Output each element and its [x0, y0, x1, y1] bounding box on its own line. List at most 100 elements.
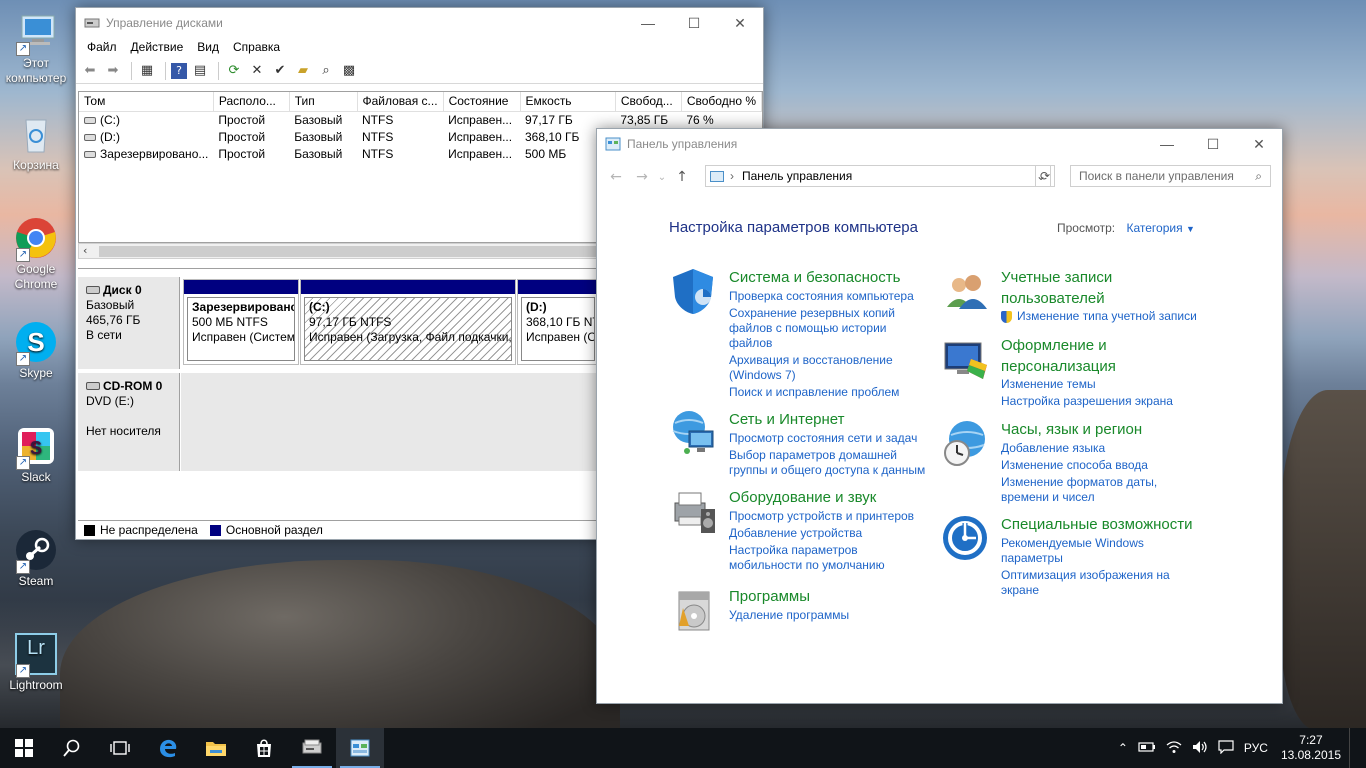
help-icon[interactable]: ?: [171, 62, 187, 79]
back-icon[interactable]: ⬅: [80, 61, 100, 81]
maximize-button[interactable]: ☐: [1190, 129, 1236, 159]
link[interactable]: Рекомендуемые Windows: [1001, 536, 1170, 551]
link[interactable]: Оптимизация изображения на: [1001, 568, 1170, 583]
clock[interactable]: 7:27 13.08.2015: [1281, 733, 1341, 763]
menu-action[interactable]: Действие: [124, 38, 191, 58]
titlebar[interactable]: Панель управления — ☐ ✕: [597, 129, 1282, 159]
link[interactable]: файлов с помощью истории: [729, 321, 914, 336]
column-header[interactable]: Свобод...: [615, 92, 682, 112]
titlebar[interactable]: Управление дисками — ☐ ✕: [76, 8, 763, 38]
link[interactable]: файлов: [729, 336, 914, 351]
link[interactable]: экране: [1001, 583, 1170, 598]
category-title[interactable]: Специальные возможности: [1001, 514, 1193, 535]
column-header[interactable]: Располо...: [213, 92, 290, 112]
category-title[interactable]: Система и безопасность: [729, 267, 900, 288]
category-title[interactable]: Оборудование и звук: [729, 487, 876, 508]
desktop-icon-skype[interactable]: S ↗ Skype: [4, 320, 68, 381]
taskbar-edge[interactable]: [144, 728, 192, 768]
settings-icon[interactable]: ▩: [339, 61, 359, 81]
link[interactable]: Изменение способа ввода: [1001, 458, 1157, 473]
partition-reserved[interactable]: Зарезервированс 500 МБ NTFS Исправен (Си…: [183, 279, 299, 365]
column-header[interactable]: Тип: [289, 92, 358, 112]
delete-icon[interactable]: ✕: [247, 61, 267, 81]
search-icon[interactable]: ⌕: [316, 61, 336, 81]
disk0-label[interactable]: Диск 0 Базовый 465,76 ГБ В сети: [78, 277, 180, 369]
link[interactable]: Сохранение резервных копий: [729, 306, 914, 321]
column-header[interactable]: Том: [79, 92, 214, 112]
column-header[interactable]: Состояние: [443, 92, 521, 112]
cdrom-label[interactable]: CD-ROM 0 DVD (E:) Нет носителя: [78, 373, 180, 471]
link[interactable]: Настройка параметров: [729, 543, 914, 558]
category-title[interactable]: Сеть и Интернет: [729, 409, 845, 430]
link[interactable]: Поиск и исправление проблем: [729, 385, 914, 400]
column-header[interactable]: Емкость: [520, 92, 616, 112]
link[interactable]: Изменение темы: [1001, 377, 1173, 392]
link[interactable]: Изменение типа учетной записи: [1001, 309, 1197, 324]
breadcrumb[interactable]: Панель управления: [742, 169, 852, 183]
scroll-left-icon[interactable]: ‹: [83, 244, 87, 257]
link[interactable]: Настройка разрешения экрана: [1001, 394, 1173, 409]
link[interactable]: Удаление программы: [729, 608, 849, 623]
address-box[interactable]: › Панель управления ⌄: [705, 165, 1051, 187]
properties-icon[interactable]: ▤: [190, 61, 210, 81]
taskbar-file-explorer[interactable]: [192, 728, 240, 768]
wifi-icon[interactable]: [1166, 740, 1182, 757]
link[interactable]: Просмотр устройств и принтеров: [729, 509, 914, 524]
link[interactable]: Архивация и восстановление: [729, 353, 914, 368]
category-title[interactable]: Оформление и персонализация: [1001, 335, 1116, 377]
recent-dropdown-icon[interactable]: ⌄: [655, 172, 669, 183]
menu-help[interactable]: Справка: [226, 38, 287, 58]
link[interactable]: параметры: [1001, 551, 1170, 566]
link[interactable]: (Windows 7): [729, 368, 914, 383]
refresh-button[interactable]: ⟳: [1035, 165, 1055, 187]
taskbar-disk-management[interactable]: [288, 728, 336, 768]
link[interactable]: Выбор параметров домашней: [729, 448, 925, 463]
desktop-icon-lightroom[interactable]: Lr ↗ Lightroom: [4, 632, 68, 693]
task-view-button[interactable]: [96, 728, 144, 768]
link[interactable]: Добавление устройства: [729, 526, 914, 541]
menu-file[interactable]: Файл: [80, 38, 124, 58]
start-button[interactable]: [0, 728, 48, 768]
link[interactable]: мобильности по умолчанию: [729, 558, 914, 573]
link[interactable]: Проверка состояния компьютера: [729, 289, 914, 304]
desktop-icon-this-pc[interactable]: ↗ Этот компьютер: [4, 10, 68, 86]
input-language-indicator[interactable]: РУС: [1244, 741, 1268, 755]
battery-icon[interactable]: [1138, 741, 1156, 756]
category-title[interactable]: Программы: [729, 586, 810, 607]
check-icon[interactable]: ✔: [270, 61, 290, 81]
desktop-icon-steam[interactable]: ↗ Steam: [4, 528, 68, 589]
open-folder-icon[interactable]: ▰: [293, 61, 313, 81]
refresh-icon[interactable]: ⟳: [224, 61, 244, 81]
back-arrow-icon[interactable]: ←: [603, 169, 629, 185]
desktop-icon-slack[interactable]: S ↗ Slack: [4, 424, 68, 485]
forward-arrow-icon[interactable]: →: [629, 169, 655, 185]
link[interactable]: Просмотр состояния сети и задач: [729, 431, 925, 446]
show-desktop-button[interactable]: [1349, 728, 1353, 768]
desktop-icon-recycle-bin[interactable]: Корзина: [4, 112, 68, 173]
forward-icon[interactable]: ➡: [103, 61, 123, 81]
up-arrow-icon[interactable]: ↑: [669, 169, 695, 185]
link[interactable]: времени и чисел: [1001, 490, 1157, 505]
taskbar-control-panel[interactable]: [336, 728, 384, 768]
partition-d[interactable]: (D:) 368,10 ГБ NTFS Исправен (Ос: [517, 279, 599, 365]
category-title[interactable]: Часы, язык и регион: [1001, 419, 1142, 440]
search-button[interactable]: [48, 728, 96, 768]
column-header[interactable]: Файловая с...: [357, 92, 444, 112]
action-center-icon[interactable]: [1218, 739, 1234, 757]
close-button[interactable]: ✕: [717, 8, 763, 38]
link[interactable]: Добавление языка: [1001, 441, 1157, 456]
link[interactable]: группы и общего доступа к данным: [729, 463, 925, 478]
show-hidden-icons-icon[interactable]: ⌃: [1118, 741, 1128, 755]
taskbar-store[interactable]: [240, 728, 288, 768]
volume-icon[interactable]: [1192, 740, 1208, 757]
search-input[interactable]: Поиск в панели управления ⌕: [1070, 165, 1271, 187]
table-row[interactable]: (C:) Простой Базовый NTFS Исправен... 97…: [79, 111, 762, 128]
partition-c[interactable]: (C:) 97,17 ГБ NTFS Исправен (Загрузка, Ф…: [300, 279, 516, 365]
category-title[interactable]: Учетные записи пользователей: [1001, 267, 1112, 309]
console-tree-icon[interactable]: ▦: [137, 61, 157, 81]
view-by-dropdown[interactable]: Категория ▼: [1126, 221, 1194, 235]
column-header[interactable]: Свободно %: [681, 92, 762, 112]
maximize-button[interactable]: ☐: [671, 8, 717, 38]
link[interactable]: Изменение форматов даты,: [1001, 475, 1157, 490]
minimize-button[interactable]: —: [625, 8, 671, 38]
